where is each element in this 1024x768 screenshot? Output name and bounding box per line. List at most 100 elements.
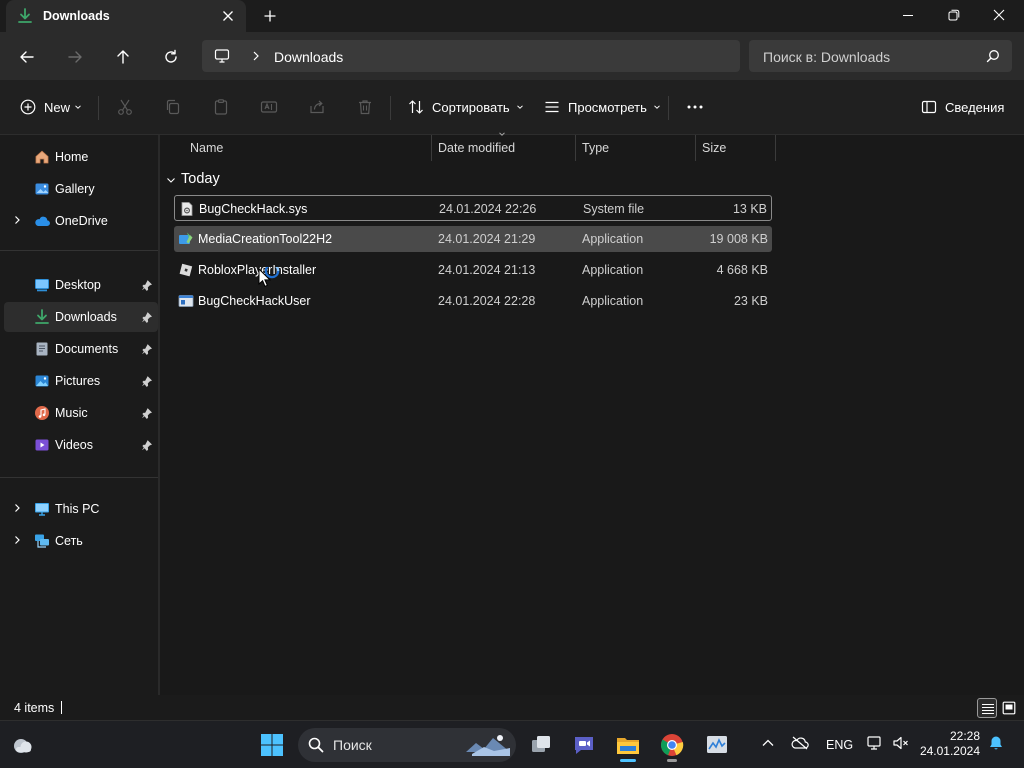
file-name: MediaCreationTool22H2 bbox=[198, 232, 333, 246]
chevron-right-icon[interactable] bbox=[12, 535, 22, 545]
sidebar-item-music[interactable]: Music bbox=[4, 398, 158, 428]
new-tab-icon[interactable] bbox=[260, 6, 280, 26]
file-row[interactable]: BugCheckHackUser 24.01.2024 22:28 Applic… bbox=[174, 288, 772, 314]
close-window-button[interactable] bbox=[976, 0, 1022, 30]
language-indicator[interactable]: ENG bbox=[826, 738, 853, 752]
restore-button[interactable] bbox=[931, 0, 977, 30]
column-divider[interactable] bbox=[775, 135, 776, 161]
running-indicator bbox=[667, 759, 677, 762]
sidebar-item-this-pc[interactable]: This PC bbox=[4, 494, 158, 524]
search-icon bbox=[308, 737, 324, 753]
clock[interactable]: 22:28 24.01.2024 bbox=[918, 729, 980, 759]
search-input[interactable]: Поиск в: Downloads bbox=[749, 40, 1012, 72]
volume-muted-icon[interactable] bbox=[892, 735, 910, 751]
monitor-icon[interactable] bbox=[214, 48, 230, 64]
pictures-icon bbox=[34, 373, 50, 389]
sidebar-item-desktop[interactable]: Desktop bbox=[4, 270, 158, 300]
taskbar: Поиск ENG 22:28 24.01.2024 bbox=[0, 720, 1024, 768]
notification-bell-icon[interactable] bbox=[988, 735, 1004, 751]
share-button[interactable] bbox=[308, 94, 326, 120]
documents-icon bbox=[34, 341, 50, 357]
chevron-right-icon[interactable] bbox=[12, 215, 22, 225]
file-name: BugCheckHackUser bbox=[198, 294, 311, 308]
sidebar-item-downloads[interactable]: Downloads bbox=[4, 302, 158, 332]
sort-icon bbox=[408, 99, 424, 115]
downloads-icon bbox=[17, 8, 33, 24]
rename-button[interactable] bbox=[260, 94, 278, 120]
sidebar-item-pictures[interactable]: Pictures bbox=[4, 366, 158, 396]
sidebar-item-label: Сеть bbox=[55, 534, 83, 548]
task-view-icon[interactable] bbox=[524, 728, 558, 762]
chrome-icon[interactable] bbox=[655, 728, 689, 762]
paste-button[interactable] bbox=[212, 94, 230, 120]
delete-button[interactable] bbox=[356, 94, 374, 120]
forward-button[interactable] bbox=[62, 44, 88, 70]
pin-icon[interactable] bbox=[141, 439, 153, 451]
sidebar-item-network[interactable]: Сеть bbox=[4, 526, 158, 556]
refresh-button[interactable] bbox=[158, 44, 184, 70]
downloads-icon bbox=[34, 309, 50, 325]
videos-icon bbox=[34, 437, 50, 453]
weather-widget-icon[interactable] bbox=[6, 728, 40, 762]
column-header-label: Size bbox=[702, 141, 727, 155]
divider bbox=[0, 250, 158, 251]
column-header-type[interactable]: Type bbox=[576, 135, 696, 161]
pin-icon[interactable] bbox=[141, 311, 153, 323]
column-header-date[interactable]: Date modified bbox=[432, 132, 576, 161]
new-button[interactable]: New bbox=[20, 94, 82, 120]
sort-label: Сортировать bbox=[432, 99, 510, 115]
clipboard-icon bbox=[212, 98, 230, 116]
copy-button[interactable] bbox=[164, 94, 182, 120]
details-pane-button[interactable]: Сведения bbox=[921, 94, 1004, 120]
status-bar: 4 items bbox=[0, 695, 1024, 720]
file-type: Application bbox=[582, 232, 644, 246]
sort-button[interactable]: Сортировать bbox=[408, 94, 524, 120]
back-button[interactable] bbox=[14, 44, 40, 70]
sidebar-item-gallery[interactable]: Gallery bbox=[4, 174, 158, 204]
chat-app-icon[interactable] bbox=[567, 728, 601, 762]
column-header-size[interactable]: Size bbox=[696, 135, 776, 161]
sidebar-item-label: OneDrive bbox=[55, 214, 108, 228]
more-options-button[interactable] bbox=[686, 94, 704, 120]
show-hidden-icons[interactable] bbox=[760, 735, 776, 751]
cut-button[interactable] bbox=[116, 94, 134, 120]
column-header-name[interactable]: Name bbox=[160, 135, 432, 161]
tiles-view-button[interactable] bbox=[999, 698, 1019, 718]
sidebar-item-onedrive[interactable]: OneDrive bbox=[4, 206, 158, 236]
file-row[interactable]: BugCheckHack.sys 24.01.2024 22:26 System… bbox=[174, 195, 772, 221]
share-icon bbox=[308, 98, 326, 116]
address-bar[interactable]: Downloads bbox=[202, 40, 740, 72]
chevron-down-icon bbox=[653, 103, 661, 111]
pin-icon[interactable] bbox=[141, 407, 153, 419]
breadcrumb-downloads[interactable]: Downloads bbox=[274, 49, 343, 65]
sidebar-item-documents[interactable]: Documents bbox=[4, 334, 158, 364]
chevron-down-icon bbox=[166, 175, 176, 185]
sidebar-item-videos[interactable]: Videos bbox=[4, 430, 158, 460]
file-explorer-taskbar-icon[interactable] bbox=[611, 728, 645, 762]
pin-icon[interactable] bbox=[141, 279, 153, 291]
chevron-right-icon[interactable] bbox=[250, 50, 262, 62]
scissors-icon bbox=[116, 98, 134, 116]
taskbar-search[interactable]: Поиск bbox=[298, 728, 516, 762]
sidebar-item-home[interactable]: Home bbox=[4, 142, 158, 172]
file-row[interactable]: MediaCreationTool22H2 24.01.2024 21:29 A… bbox=[174, 226, 772, 252]
view-button[interactable]: Просмотреть bbox=[544, 94, 661, 120]
media-creation-tool-icon bbox=[178, 231, 194, 247]
taskbar-search-label: Поиск bbox=[333, 737, 372, 753]
details-view-button[interactable] bbox=[977, 698, 997, 718]
minimize-button[interactable] bbox=[885, 0, 931, 30]
up-button[interactable] bbox=[110, 44, 136, 70]
task-manager-icon[interactable] bbox=[700, 728, 734, 762]
navigation-pane: Home Gallery OneDrive Desktop Downloads bbox=[0, 135, 158, 695]
pin-icon[interactable] bbox=[141, 375, 153, 387]
application-icon bbox=[178, 293, 194, 309]
pin-icon[interactable] bbox=[141, 343, 153, 355]
network-status-icon[interactable] bbox=[866, 735, 884, 751]
file-date: 24.01.2024 21:13 bbox=[438, 263, 536, 277]
file-size: 19 008 KB bbox=[709, 232, 768, 246]
chevron-right-icon[interactable] bbox=[12, 503, 22, 513]
onedrive-offline-icon[interactable] bbox=[790, 735, 810, 751]
close-tab-icon[interactable] bbox=[218, 6, 238, 26]
tab-downloads[interactable]: Downloads bbox=[6, 0, 246, 32]
start-button[interactable] bbox=[255, 728, 289, 762]
